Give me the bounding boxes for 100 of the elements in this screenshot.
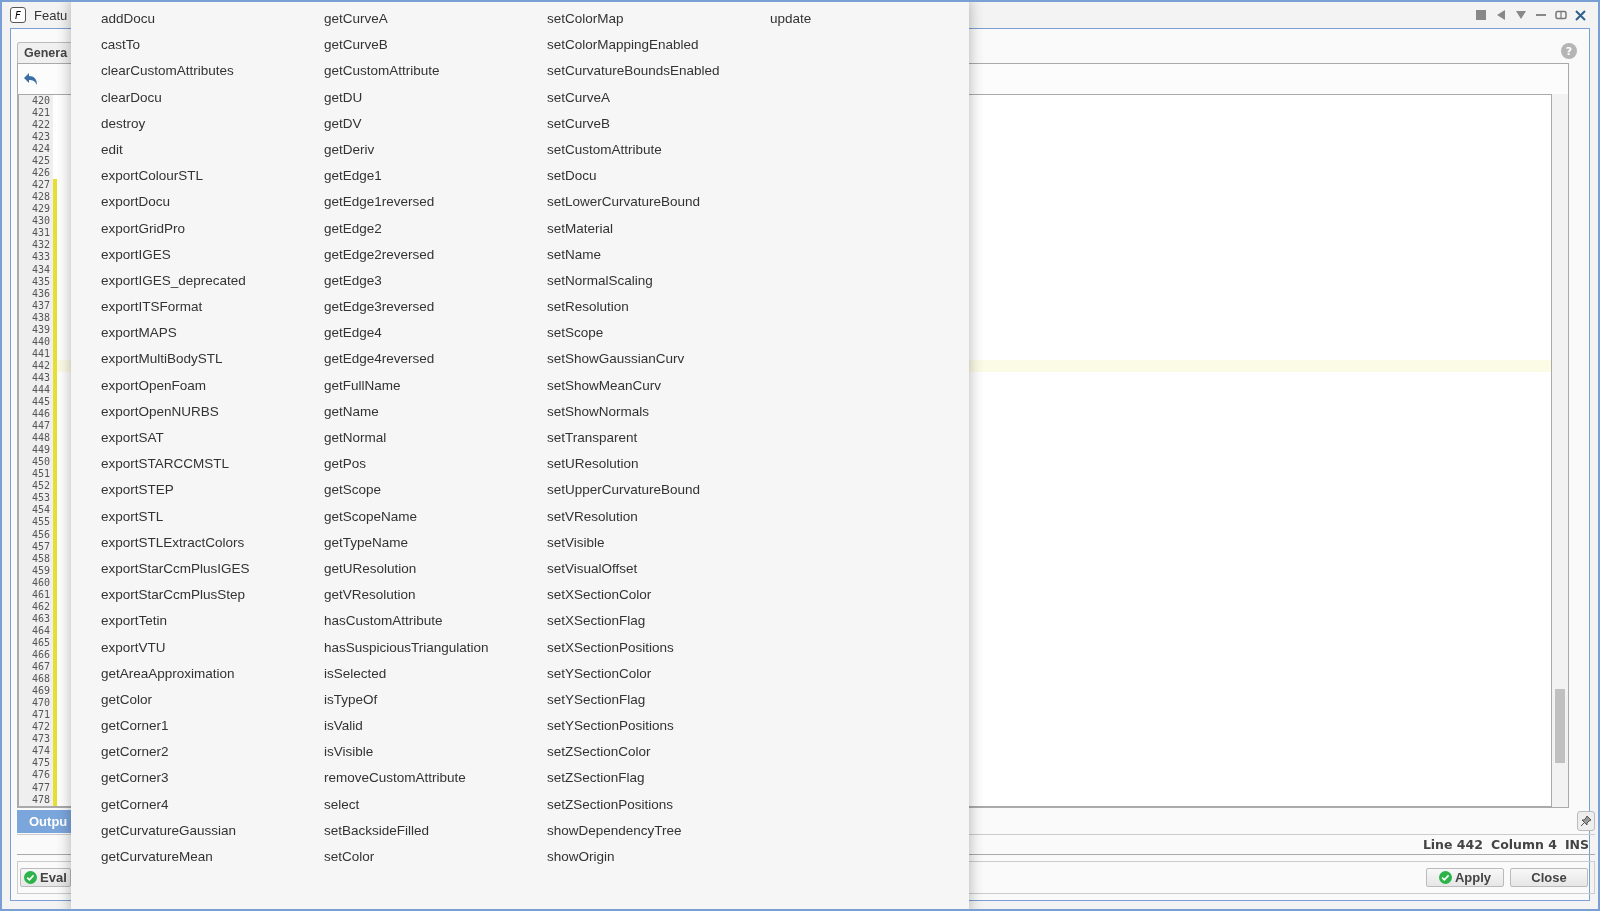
completion-item[interactable]: exportSTLExtractColors	[101, 531, 245, 554]
scrollbar[interactable]	[1552, 93, 1568, 808]
completion-item[interactable]: exportGridPro	[101, 217, 186, 240]
completion-item[interactable]: exportITSFormat	[101, 296, 203, 319]
completion-item[interactable]: setXSectionPositions	[547, 636, 674, 659]
completion-item[interactable]: getCustomAttribute	[324, 60, 440, 83]
completion-item[interactable]: getPos	[324, 453, 367, 476]
completion-item[interactable]: exportSTEP	[101, 479, 174, 502]
completion-item[interactable]: setNormalScaling	[547, 269, 653, 292]
completion-item[interactable]: setShowNormals	[547, 400, 650, 423]
completion-item[interactable]: removeCustomAttribute	[324, 767, 466, 790]
stop-icon[interactable]	[1475, 9, 1487, 21]
completion-item[interactable]: getFullName	[324, 374, 401, 397]
completion-item[interactable]: getDU	[324, 86, 363, 109]
completion-item[interactable]: isVisible	[324, 741, 374, 764]
completion-item[interactable]: setCustomAttribute	[547, 138, 662, 161]
completion-item[interactable]: update	[770, 8, 812, 30]
completion-item[interactable]: getDV	[324, 112, 362, 135]
completion-item[interactable]: getVResolution	[324, 584, 416, 607]
completion-item[interactable]: clearCustomAttributes	[101, 60, 234, 83]
scrollbar-thumb[interactable]	[1555, 688, 1565, 763]
undo-icon[interactable]	[22, 71, 38, 86]
completion-item[interactable]: getEdge2	[324, 217, 382, 240]
completion-item[interactable]: getNormal	[324, 427, 387, 449]
completion-item[interactable]: exportOpenFoam	[101, 374, 207, 397]
completion-item[interactable]: exportSTL	[101, 505, 164, 528]
completion-item[interactable]: castTo	[101, 34, 141, 57]
completion-item[interactable]: getScopeName	[324, 505, 418, 528]
completion-item[interactable]: setName	[547, 243, 602, 266]
completion-item[interactable]: setZSectionPositions	[547, 793, 674, 816]
completion-item[interactable]: exportMAPS	[101, 322, 177, 345]
completion-item[interactable]: getCurvatureGaussian	[101, 819, 237, 842]
completion-item[interactable]: getEdge2reversed	[324, 243, 435, 266]
completion-item[interactable]: setYSectionColor	[547, 662, 652, 685]
completion-item[interactable]: getEdge1reversed	[324, 191, 435, 214]
completion-item[interactable]: setDocu	[547, 165, 597, 188]
completion-item[interactable]: getEdge1	[324, 165, 382, 188]
completion-item[interactable]: exportIGES_deprecated	[101, 269, 246, 292]
completion-item[interactable]: hasSuspiciousTriangulation	[324, 636, 489, 659]
close-icon[interactable]	[1575, 9, 1586, 21]
completion-item[interactable]: exportStarCcmPlusStep	[101, 584, 246, 607]
completion-item[interactable]: setZSectionColor	[547, 741, 651, 764]
completion-item[interactable]: exportDocu	[101, 191, 171, 214]
completion-item[interactable]: getName	[324, 400, 379, 423]
completion-item[interactable]: setShowMeanCurv	[547, 374, 662, 397]
completion-item[interactable]: hasCustomAttribute	[324, 610, 443, 633]
completion-item[interactable]: getEdge3	[324, 269, 382, 292]
completion-item[interactable]: getTypeName	[324, 531, 409, 554]
completion-item[interactable]: isValid	[324, 715, 363, 738]
completion-item[interactable]: setXSectionFlag	[547, 610, 646, 633]
completion-item[interactable]: getEdge3reversed	[324, 296, 435, 319]
completion-item[interactable]: getCurveA	[324, 8, 388, 30]
completion-item[interactable]: setLowerCurvatureBound	[547, 191, 701, 214]
completion-item[interactable]: setColor	[324, 846, 375, 868]
completion-item[interactable]: getCurveB	[324, 34, 388, 57]
completion-item[interactable]: exportMultiBodySTL	[101, 348, 223, 371]
left-triangle-icon[interactable]	[1495, 9, 1507, 21]
completion-item[interactable]: exportVTU	[101, 636, 166, 659]
completion-item[interactable]: showDependencyTree	[547, 819, 682, 842]
completion-item[interactable]: getDeriv	[324, 138, 375, 161]
completion-item[interactable]: getCorner4	[101, 793, 169, 816]
completion-item[interactable]: setBacksideFilled	[324, 819, 430, 842]
completion-item[interactable]: setTransparent	[547, 427, 638, 449]
completion-item[interactable]: setYSectionPositions	[547, 715, 674, 738]
completion-item[interactable]: isTypeOf	[324, 688, 378, 711]
completion-item[interactable]: setShowGaussianCurv	[547, 348, 685, 371]
completion-item[interactable]: getAreaApproximation	[101, 662, 235, 685]
completion-item[interactable]: setColorMap	[547, 8, 624, 30]
completion-item[interactable]: getCurvatureMean	[101, 846, 213, 868]
completion-item[interactable]: setUpperCurvatureBound	[547, 479, 701, 502]
completion-item[interactable]: showOrigin	[547, 846, 615, 868]
completion-item[interactable]: isSelected	[324, 662, 387, 685]
completion-item[interactable]: exportSAT	[101, 427, 164, 449]
completion-item[interactable]: exportStarCcmPlusIGES	[101, 557, 250, 580]
completion-item[interactable]: setVisible	[547, 531, 605, 554]
completion-item[interactable]: clearDocu	[101, 86, 162, 109]
completion-item[interactable]: select	[324, 793, 360, 816]
completion-item[interactable]: addDocu	[101, 8, 156, 30]
completion-item[interactable]: setVisualOffset	[547, 557, 638, 580]
completion-item[interactable]: setXSectionColor	[547, 584, 652, 607]
close-button[interactable]: Close	[1510, 868, 1588, 887]
completion-item[interactable]: exportIGES	[101, 243, 171, 266]
down-triangle-icon[interactable]	[1515, 9, 1527, 21]
completion-item[interactable]: getCorner1	[101, 715, 169, 738]
completion-item[interactable]: setResolution	[547, 296, 629, 319]
completion-item[interactable]: exportColourSTL	[101, 165, 204, 188]
completion-item[interactable]: getCorner2	[101, 741, 169, 764]
eval-button[interactable]: Eval	[20, 868, 71, 887]
completion-item[interactable]: setZSectionFlag	[547, 767, 645, 790]
restore-icon[interactable]	[1555, 9, 1567, 21]
completion-item[interactable]: edit	[101, 138, 123, 161]
completion-item[interactable]: setScope	[547, 322, 604, 345]
apply-button[interactable]: Apply	[1426, 868, 1504, 887]
completion-item[interactable]: setUResolution	[547, 453, 639, 476]
pin-button[interactable]	[1577, 811, 1595, 832]
completion-item[interactable]: setVResolution	[547, 505, 638, 528]
completion-item[interactable]: getUResolution	[324, 557, 417, 580]
completion-item[interactable]: setCurveB	[547, 112, 611, 135]
completion-item[interactable]: getEdge4reversed	[324, 348, 435, 371]
completion-item[interactable]: getCorner3	[101, 767, 169, 790]
